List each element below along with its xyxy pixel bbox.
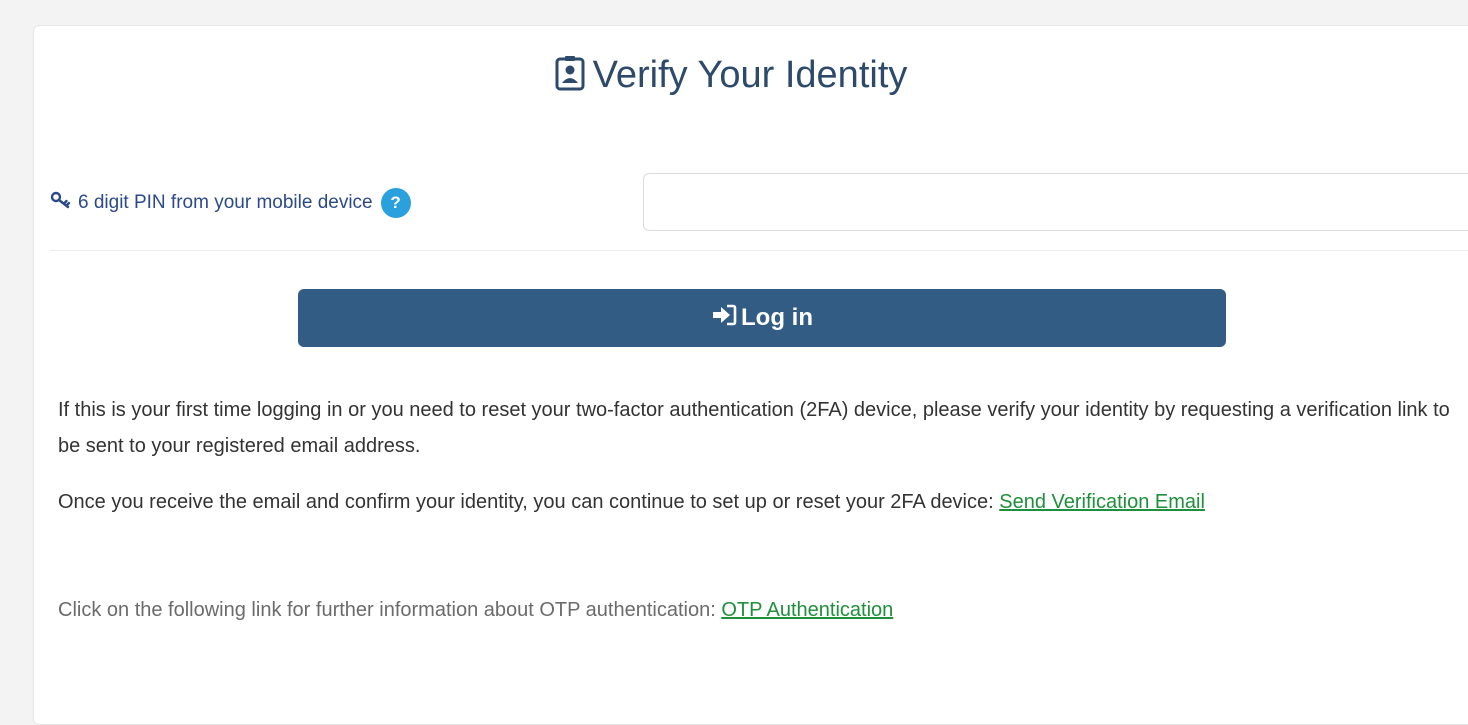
info-paragraph-first-time: If this is your first time logging in or… <box>58 399 1450 457</box>
pin-label: 6 digit PIN from your mobile device ? <box>50 188 411 218</box>
info-paragraph-otp-text: Click on the following link for further … <box>58 599 722 621</box>
id-badge-icon <box>555 54 585 104</box>
pin-label-text: 6 digit PIN from your mobile device <box>78 192 373 213</box>
divider <box>50 250 1468 251</box>
sign-in-icon <box>711 304 737 333</box>
login-button-label: Log in <box>741 304 813 331</box>
otp-authentication-link[interactable]: OTP Authentication <box>721 599 893 621</box>
send-verification-email-link[interactable]: Send Verification Email <box>999 491 1205 513</box>
info-paragraph-verification: Once you receive the email and confirm y… <box>58 484 1458 520</box>
page-title-text: Verify Your Identity <box>592 54 908 96</box>
key-icon <box>50 191 72 215</box>
question-circle-icon[interactable]: ? <box>380 188 411 218</box>
info-paragraph-otp: Click on the following link for further … <box>58 592 1458 628</box>
login-button[interactable]: Log in <box>298 289 1226 347</box>
page-title: Verify Your Identity <box>0 50 1462 104</box>
pin-input[interactable] <box>643 173 1468 231</box>
info-paragraph-verification-text: Once you receive the email and confirm y… <box>58 491 1000 513</box>
